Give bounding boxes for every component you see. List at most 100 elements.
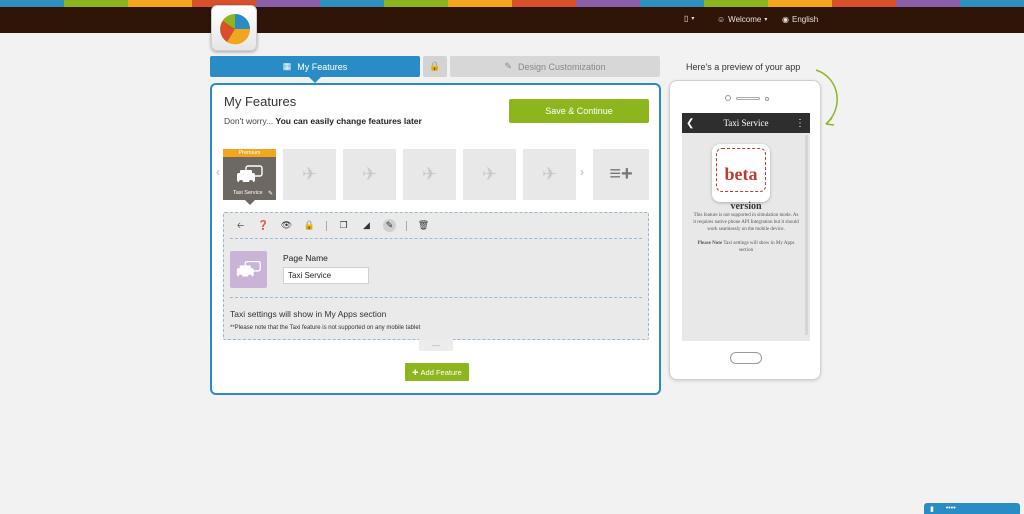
list-add-icon: ≡+ bbox=[609, 163, 633, 185]
tab-lock[interactable]: 🔒 bbox=[423, 56, 447, 77]
more-vert-icon[interactable]: ⋮ bbox=[795, 118, 805, 129]
save-continue-button[interactable]: Save & Continue bbox=[509, 99, 649, 123]
airplane-icon: ✈ bbox=[301, 164, 318, 184]
language-label: English bbox=[791, 15, 819, 24]
stripe-segment bbox=[128, 0, 192, 7]
stripe-segment bbox=[640, 0, 704, 7]
preview-note: Please Note Taxi settings will show in M… bbox=[692, 241, 800, 255]
page-title: My Features bbox=[224, 94, 297, 109]
app-title: Taxi Service bbox=[723, 118, 769, 128]
feature-label: Taxi Service bbox=[233, 190, 263, 196]
page-name-input[interactable] bbox=[283, 267, 369, 284]
feature-slot-empty[interactable]: ✈ bbox=[463, 149, 516, 200]
stripe-segment bbox=[320, 0, 384, 7]
back-arrow-icon[interactable]: 🡠 bbox=[234, 219, 247, 232]
back-arrow-icon[interactable]: ❮ bbox=[686, 118, 694, 129]
airplane-icon: ✈ bbox=[481, 164, 498, 184]
app-logo[interactable] bbox=[211, 5, 257, 51]
premium-badge: Premium bbox=[223, 149, 276, 157]
beta-word: beta bbox=[724, 164, 758, 184]
preview-note-bold: Please Note bbox=[697, 241, 723, 246]
toolbar-divider bbox=[326, 220, 327, 231]
chat-dots-icon: •••• bbox=[945, 505, 956, 512]
editor-toolbar: 🡠 ❓ 👁 🔒 ❐ ◢ ✎ 🗑 bbox=[234, 219, 430, 232]
tab-design-customization[interactable]: ✎ Design Customization bbox=[450, 56, 660, 77]
airplane-icon: ✈ bbox=[361, 164, 378, 184]
toolbar-divider bbox=[406, 220, 407, 231]
subtitle-prefix: Don't worry... bbox=[224, 116, 274, 126]
welcome-label: Welcome bbox=[728, 15, 762, 24]
add-feature-label: Add Feature bbox=[420, 367, 462, 377]
scrollbar[interactable] bbox=[805, 135, 808, 335]
chevron-down-icon: ▾ bbox=[691, 16, 695, 22]
stripe-segment bbox=[768, 0, 832, 7]
collapse-handle[interactable]: — bbox=[419, 339, 453, 351]
stripe-segment bbox=[512, 0, 576, 7]
phone-icon: ▯ bbox=[684, 14, 689, 23]
language-menu[interactable]: ◉ English bbox=[782, 15, 818, 24]
divider bbox=[230, 297, 642, 298]
trash-icon[interactable]: 🗑 bbox=[417, 219, 430, 232]
welcome-menu[interactable]: ☺ Welcome ▾ bbox=[717, 15, 767, 24]
add-feature-slot[interactable]: ≡+ bbox=[593, 149, 649, 200]
top-header-bar: ▯ ▾ ☺ Welcome ▾ ◉ English bbox=[0, 7, 1024, 33]
pencil-icon[interactable]: ✎ bbox=[268, 190, 273, 197]
copy-icon[interactable]: ❐ bbox=[337, 219, 350, 232]
car-icon bbox=[236, 164, 263, 184]
page-icon[interactable] bbox=[230, 251, 267, 288]
home-button[interactable] bbox=[730, 352, 762, 364]
features-panel: My Features Don't worry... You can easil… bbox=[210, 83, 661, 395]
subtitle-bold: You can easily change features later bbox=[275, 116, 422, 126]
info-text: Taxi settings will show in My Apps secti… bbox=[230, 309, 387, 319]
feature-slot-empty[interactable]: ✈ bbox=[343, 149, 396, 200]
car-icon bbox=[236, 260, 261, 278]
note-text: **Please note that the Taxi feature is n… bbox=[230, 325, 421, 331]
edit-icon: ✎ bbox=[504, 61, 512, 71]
carousel-prev-icon[interactable]: ‹ bbox=[216, 165, 220, 179]
sensor-dot bbox=[765, 97, 769, 101]
color-stripe bbox=[0, 0, 1024, 7]
phone-screen: ❮ Taxi Service ⋮ beta version This featu… bbox=[682, 113, 810, 341]
speaker-slot bbox=[736, 97, 760, 100]
signal-icon[interactable]: ◢ bbox=[360, 219, 373, 232]
feature-editor: 🡠 ❓ 👁 🔒 ❐ ◢ ✎ 🗑 Page Name Taxi settings … bbox=[223, 212, 649, 340]
chevron-down-icon: ▾ bbox=[764, 17, 768, 23]
eye-icon[interactable]: 👁 bbox=[280, 219, 293, 232]
app-bar: ❮ Taxi Service ⋮ bbox=[682, 113, 810, 133]
divider bbox=[230, 238, 642, 239]
feature-slot-taxi[interactable]: Premium Taxi Service ✎ bbox=[223, 149, 276, 205]
preview-label: Here's a preview of your app bbox=[686, 62, 801, 72]
chat-widget-button[interactable]: ▮ •••• bbox=[924, 503, 1020, 514]
add-feature-button[interactable]: ✚ Add Feature bbox=[405, 363, 469, 381]
page-name-label: Page Name bbox=[283, 253, 328, 263]
plus-icon: ✚ bbox=[412, 367, 421, 377]
user-icon: ☺ bbox=[717, 15, 726, 24]
beta-version: version bbox=[730, 201, 762, 212]
tab-my-features[interactable]: ▦ My Features bbox=[210, 56, 420, 83]
stripe-segment bbox=[448, 0, 512, 7]
airplane-icon: ✈ bbox=[421, 164, 438, 184]
carousel-next-icon[interactable]: › bbox=[580, 165, 584, 179]
stripe-segment bbox=[0, 0, 64, 7]
stripe-segment bbox=[832, 0, 896, 7]
tab-my-features-label: My Features bbox=[297, 61, 348, 72]
preview-note-text: Taxi settings will show in My Apps secti… bbox=[723, 241, 795, 253]
help-icon[interactable]: ❓ bbox=[257, 219, 270, 232]
airplane-icon: ✈ bbox=[541, 164, 558, 184]
feature-slot-empty[interactable]: ✈ bbox=[403, 149, 456, 200]
feature-slot-empty[interactable]: ✈ bbox=[523, 149, 576, 200]
preview-notice-text: This feature is not supported in simulat… bbox=[693, 213, 799, 232]
stripe-segment bbox=[896, 0, 960, 7]
edit-icon[interactable]: ✎ bbox=[383, 219, 396, 232]
selection-pointer bbox=[245, 200, 255, 205]
stripe-segment bbox=[256, 0, 320, 7]
device-menu[interactable]: ▯ ▾ bbox=[684, 14, 694, 23]
tab-design-label: Design Customization bbox=[518, 61, 606, 72]
feature-slot-empty[interactable]: ✈ bbox=[283, 149, 336, 200]
lock-icon[interactable]: 🔒 bbox=[303, 219, 316, 232]
pie-chart-icon bbox=[220, 14, 251, 45]
stripe-segment bbox=[960, 0, 1024, 7]
panel-subtitle: Don't worry... You can easily change fea… bbox=[224, 116, 422, 126]
stripe-segment bbox=[384, 0, 448, 7]
phone-preview: ❮ Taxi Service ⋮ beta version This featu… bbox=[669, 80, 821, 380]
